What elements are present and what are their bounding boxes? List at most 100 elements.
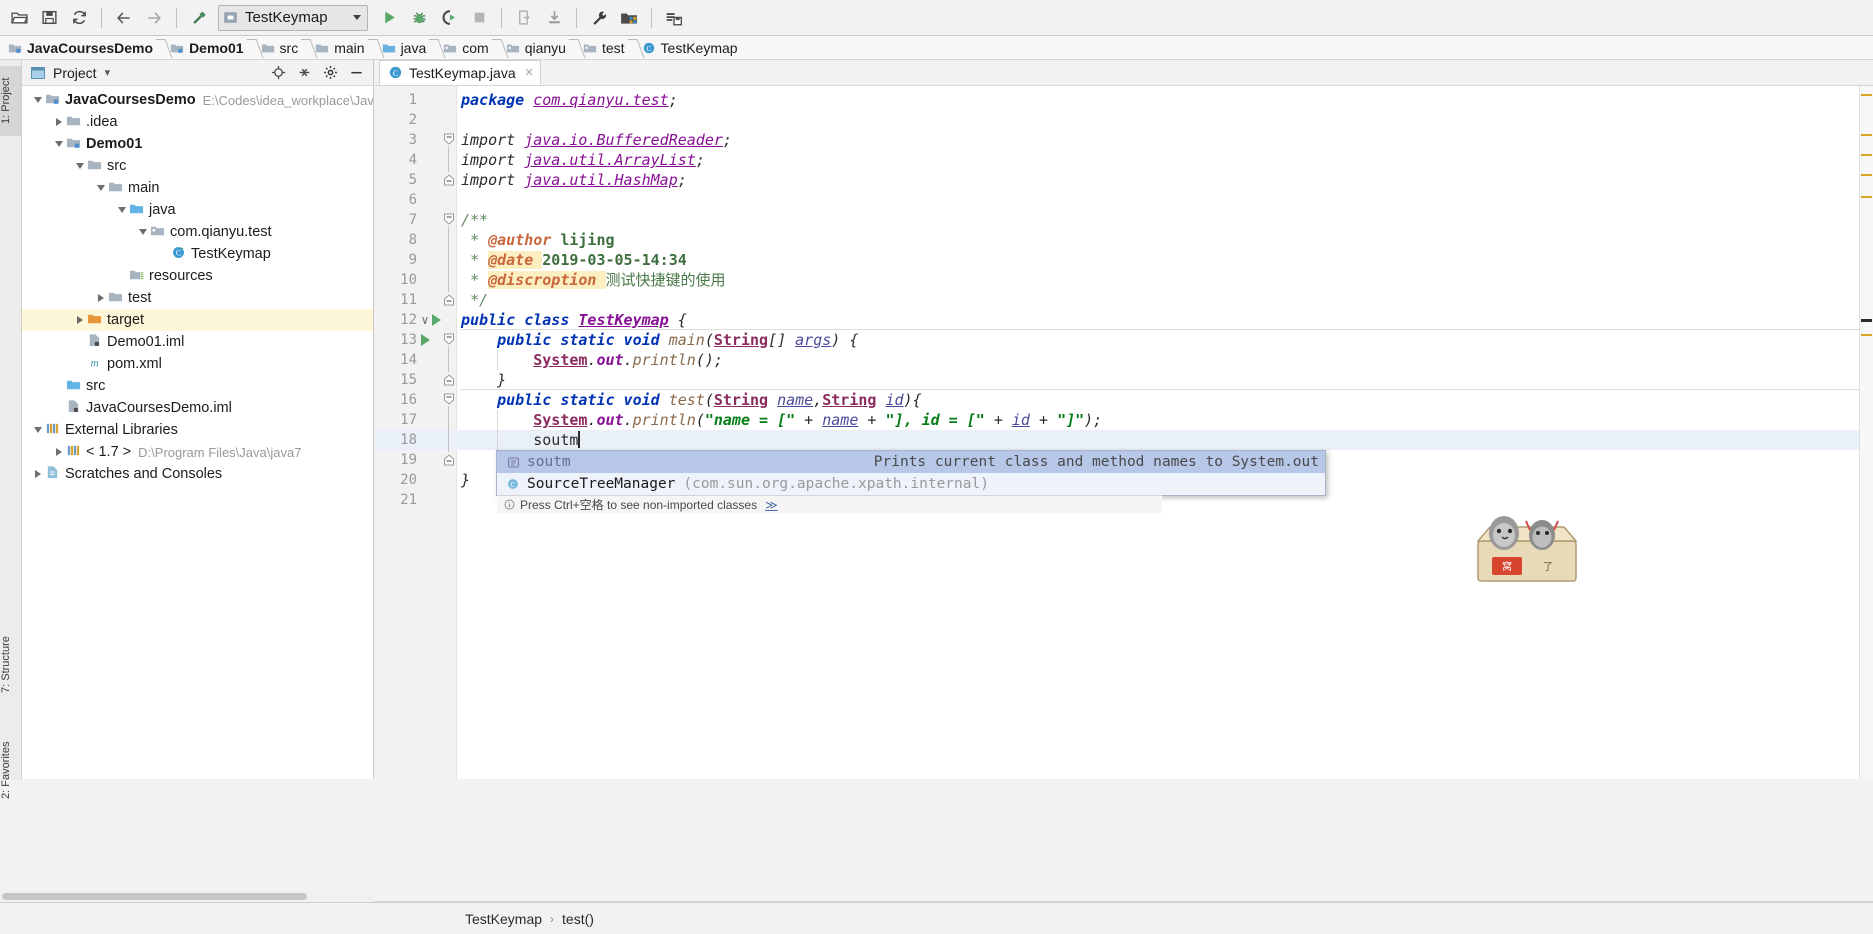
run-configuration-selector[interactable]: TestKeymap: [218, 4, 368, 31]
code-line-3[interactable]: 3 import java.io.BufferedReader;: [375, 130, 1873, 150]
chevron-right-icon[interactable]: [93, 287, 108, 309]
tree-row-src[interactable]: src: [22, 155, 373, 177]
chevron-down-icon[interactable]: [93, 177, 108, 199]
fold-marker-close[interactable]: [443, 450, 455, 470]
warning-marker[interactable]: [1861, 196, 1872, 198]
breadcrumb-item-1[interactable]: Demo01: [168, 36, 247, 59]
tree-row-test[interactable]: test: [22, 287, 373, 309]
autocomplete-item-sourcetreemanager[interactable]: C SourceTreeManager (com.sun.org.apache.…: [497, 473, 1325, 495]
run-with-coverage-icon[interactable]: [435, 4, 463, 32]
hide-panel-icon[interactable]: [345, 62, 367, 84]
project-hscrollbar[interactable]: [0, 891, 374, 902]
rail-tab-project[interactable]: 1: Project: [0, 66, 21, 136]
tree-row-demo01-iml[interactable]: Demo01.iml: [22, 331, 373, 353]
fold-marker-close[interactable]: [443, 170, 455, 190]
code-line-7[interactable]: 7 /**: [375, 210, 1873, 230]
warning-marker[interactable]: [1861, 94, 1872, 96]
update-application-icon[interactable]: [510, 4, 538, 32]
tree-row-main[interactable]: main: [22, 177, 373, 199]
chevron-down-icon[interactable]: [72, 155, 87, 177]
tree-row-resources[interactable]: resources: [22, 265, 373, 287]
tree-row-javacoursesdemo[interactable]: JavaCoursesDemo E:\Codes\idea_workplace\J…: [22, 89, 373, 111]
code-line-6[interactable]: 6: [375, 190, 1873, 210]
locate-target-icon[interactable]: [267, 62, 289, 84]
tree-row-pom-xml[interactable]: m pom.xml: [22, 353, 373, 375]
caret-position-marker[interactable]: [1861, 319, 1872, 322]
stop-icon[interactable]: [465, 4, 493, 32]
tree-row-1-7[interactable]: < 1.7 > D:\Program Files\Java\java7: [22, 441, 373, 463]
db-save-icon[interactable]: [660, 4, 688, 32]
tree-row-external-libraries[interactable]: External Libraries: [22, 419, 373, 441]
project-tree[interactable]: JavaCoursesDemo E:\Codes\idea_workplace\J…: [22, 86, 373, 778]
install-download-icon[interactable]: [540, 4, 568, 32]
tree-row-target[interactable]: target: [22, 309, 373, 331]
chevron-down-icon[interactable]: [135, 221, 150, 243]
fold-marker-close[interactable]: [443, 290, 455, 310]
tree-row-com-qianyu-test[interactable]: com.qianyu.test: [22, 221, 373, 243]
code-line-12[interactable]: 12 ∨ public class TestKeymap {: [375, 310, 1873, 330]
code-line-8[interactable]: 8 * @author lijing: [375, 230, 1873, 250]
chevron-down-icon[interactable]: [353, 15, 361, 20]
chevron-right-icon[interactable]: [72, 309, 87, 331]
tree-row-java[interactable]: java: [22, 199, 373, 221]
breadcrumb-item-5[interactable]: com: [441, 36, 492, 59]
open-folder-icon[interactable]: [5, 4, 33, 32]
code-line-4[interactable]: 4 import java.util.ArrayList;: [375, 150, 1873, 170]
collapse-all-icon[interactable]: [293, 62, 315, 84]
breadcrumb-item-3[interactable]: main: [313, 36, 368, 59]
project-hscrollbar-thumb[interactable]: [2, 893, 307, 900]
breadcrumb-item-2[interactable]: src: [259, 36, 303, 59]
warning-marker[interactable]: [1861, 154, 1872, 156]
project-panel-caret[interactable]: ▾: [105, 66, 111, 79]
navigate-forward-icon[interactable]: [140, 4, 168, 32]
tree-row-testkeymap[interactable]: C TestKeymap: [22, 243, 373, 265]
fold-marker-open[interactable]: [443, 130, 455, 150]
chevron-down-icon[interactable]: [30, 89, 45, 111]
breadcrumb-item-8[interactable]: C TestKeymap: [640, 36, 742, 59]
code-line-5[interactable]: 5 import java.util.HashMap;: [375, 170, 1873, 190]
warning-marker[interactable]: [1861, 134, 1872, 136]
close-icon[interactable]: ×: [525, 65, 534, 80]
warning-marker[interactable]: [1861, 334, 1872, 336]
chevron-right-icon[interactable]: [51, 441, 66, 463]
code-line-10[interactable]: 10 * @discroption 测试快捷键的使用: [375, 270, 1873, 290]
breadcrumb-item-7[interactable]: test: [581, 36, 629, 59]
code-line-11[interactable]: 11 */: [375, 290, 1873, 310]
code-line-13[interactable]: 13 public static void main(String[] args…: [375, 330, 1873, 350]
debug-bug-icon[interactable]: [405, 4, 433, 32]
warning-marker[interactable]: [1861, 174, 1872, 176]
breadcrumb-item-0[interactable]: JavaCoursesDemo: [6, 36, 157, 59]
build-hammer-icon[interactable]: [185, 4, 213, 32]
code-line-2[interactable]: 2: [375, 110, 1873, 130]
chevron-right-icon[interactable]: [30, 463, 45, 485]
autocomplete-popup[interactable]: soutm Prints current class and method na…: [496, 450, 1326, 513]
editor-marker-bar[interactable]: [1859, 86, 1873, 779]
fold-marker-open[interactable]: [443, 330, 455, 350]
gutter-chevron-icon[interactable]: ∨: [415, 310, 435, 330]
code-line-16[interactable]: 16 public static void test(String name,S…: [375, 390, 1873, 410]
code-editor[interactable]: 1 package com.qianyu.test; 2 3 import java.i…: [375, 86, 1873, 779]
code-line-1[interactable]: 1 package com.qianyu.test;: [375, 90, 1873, 110]
code-line-18[interactable]: 18 soutm: [375, 430, 1873, 450]
nav-class-name[interactable]: TestKeymap: [465, 911, 542, 927]
autocomplete-item-soutm[interactable]: soutm Prints current class and method na…: [497, 451, 1325, 473]
rail-tab-structure[interactable]: 7: Structure: [0, 620, 21, 710]
editor-tab-testkeymap[interactable]: C TestKeymap.java ×: [379, 60, 542, 85]
code-line-17[interactable]: 17 System.out.println("name = [" + name …: [375, 410, 1873, 430]
chevron-down-icon[interactable]: [30, 419, 45, 441]
settings-gear-icon[interactable]: [319, 62, 341, 84]
nav-method-name[interactable]: test(): [562, 911, 594, 927]
code-lines-host[interactable]: 1 package com.qianyu.test; 2 3 import java.i…: [375, 86, 1873, 779]
tree-row-idea[interactable]: .idea: [22, 111, 373, 133]
save-all-icon[interactable]: [35, 4, 63, 32]
navigate-back-icon[interactable]: [110, 4, 138, 32]
tree-row-scratches-and-consoles[interactable]: Scratches and Consoles: [22, 463, 373, 485]
project-structure-icon[interactable]: [615, 4, 643, 32]
fold-marker-open[interactable]: [443, 390, 455, 410]
chevron-down-icon[interactable]: [51, 133, 66, 155]
code-line-14[interactable]: 14 System.out.println();: [375, 350, 1873, 370]
code-line-15[interactable]: 15 }: [375, 370, 1873, 390]
breadcrumb-item-6[interactable]: qianyu: [504, 36, 570, 59]
fold-marker-open[interactable]: [443, 210, 455, 230]
autocomplete-footer-more[interactable]: ≫: [765, 498, 778, 512]
